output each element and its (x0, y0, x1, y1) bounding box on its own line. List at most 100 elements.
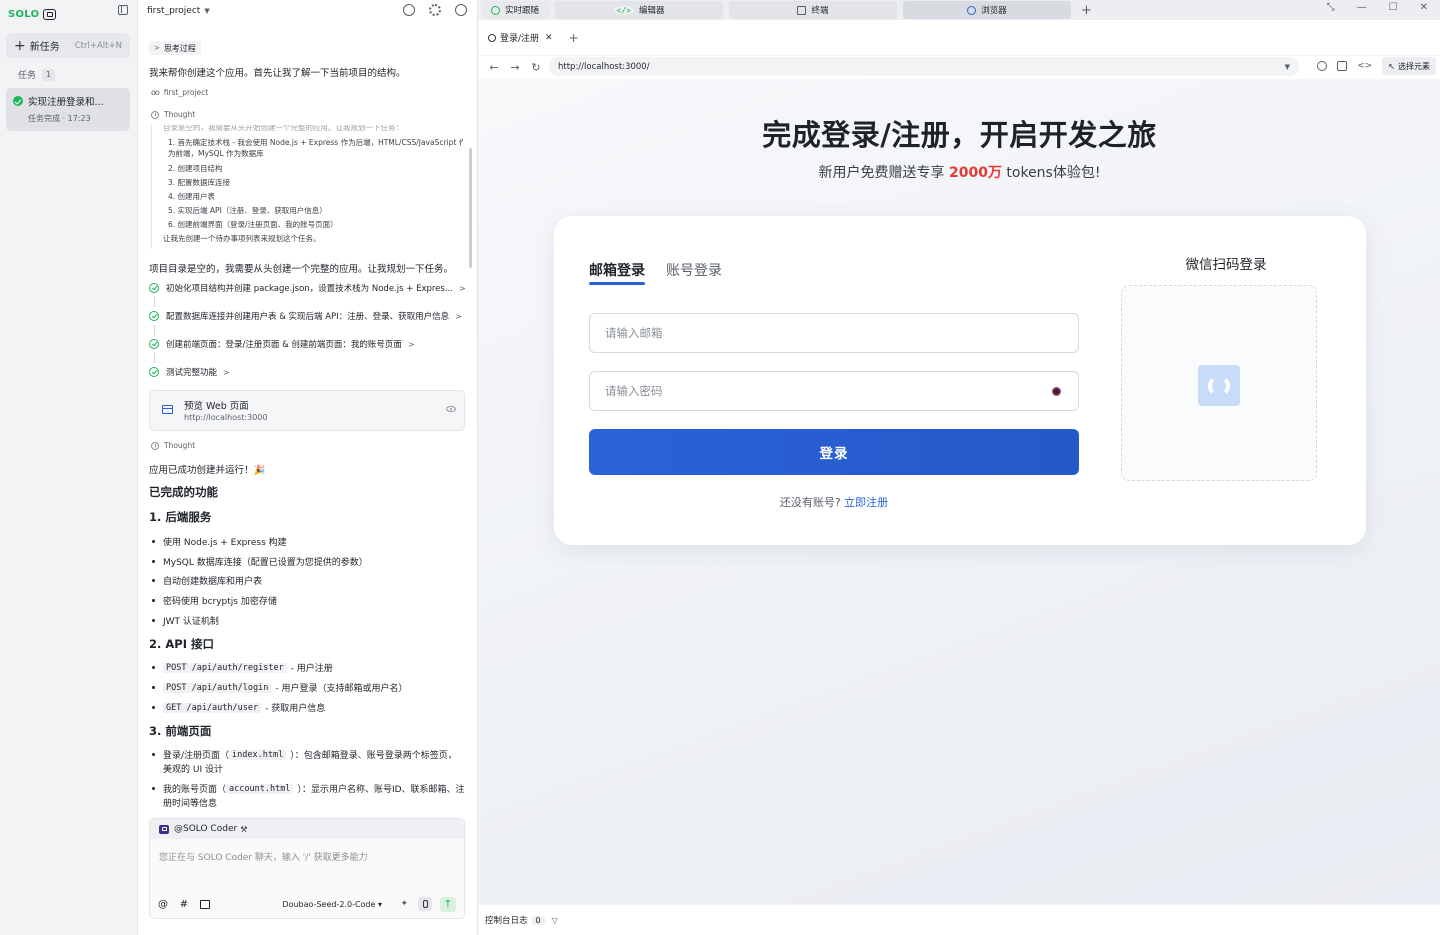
add-tab-icon[interactable]: + (1081, 3, 1092, 18)
sidebar-toggle-icon[interactable] (118, 5, 128, 15)
reload-icon[interactable]: ↻ (530, 61, 542, 74)
select-element-button[interactable]: ↖ 选择元素 (1382, 57, 1436, 75)
new-task-label: 新任务 (29, 42, 60, 53)
record-icon[interactable] (1317, 61, 1328, 71)
tab-editor[interactable]: </> 编辑器 (555, 1, 723, 19)
list-item: MySQL 数据库连接（配置已设置为您提供的参数） (152, 555, 368, 568)
send-button[interactable]: ↑ (440, 896, 456, 912)
console-log-label[interactable]: 控制台日志 (485, 914, 528, 926)
login-card: 邮箱登录 账号登录 请输入邮箱 请输入密码 登录 还没有账号? 立即注册 微信扫… (554, 216, 1366, 545)
list-item: JWT 认证机制 (152, 614, 219, 627)
email-input[interactable]: 请输入邮箱 (589, 313, 1079, 353)
collapse-icon[interactable]: ⤡ (1327, 2, 1335, 13)
console-count-badge: 0 (531, 915, 545, 925)
thought-line: 让我先创建一个待办事项列表来规划这个任务。 (163, 234, 321, 243)
chat-input[interactable]: 您正在与 SOLO Coder 聊天，输入 '/' 获取更多能力 (159, 850, 368, 863)
todo-step[interactable]: 初始化项目结构并创建 package.json，设置技术栈为 Node.js +… (149, 282, 466, 294)
thought-line: 1. 首先确定技术栈 - 我会使用 Node.js + Express 作为后端… (168, 138, 463, 147)
filter-icon[interactable]: ▽ (552, 916, 558, 925)
hash-icon[interactable]: # (179, 899, 189, 910)
url-text: http://localhost:3000/ (558, 61, 650, 72)
thought-line: 4. 创建用户表 (168, 192, 216, 201)
tab-account-login[interactable]: 账号登录 (666, 260, 722, 280)
hero-subtitle: 新用户免费赠送专享 2000万 tokens体验包! (479, 162, 1440, 182)
forward-icon[interactable]: → (509, 61, 521, 74)
minimize-icon[interactable]: — (1357, 2, 1367, 13)
gear-icon[interactable] (429, 4, 441, 16)
todo-step[interactable]: 配置数据库连接并创建用户表 & 实现后端 API：注册、登录、获取用户信息 > (149, 310, 462, 322)
folder-reference[interactable]: oo first_project (151, 88, 208, 97)
device-icon[interactable] (1337, 61, 1348, 71)
eye-icon[interactable] (446, 406, 456, 412)
logo-text: SOLO (8, 8, 40, 20)
active-tab-indicator (589, 282, 645, 285)
workspace-tabs: 实时跟随 </> 编辑器 终端 浏览器 + ⤡ — ☐ ✕ (479, 0, 1440, 20)
chevron-down-icon[interactable]: ▼ (1285, 63, 1290, 71)
todo-step[interactable]: 测试完整功能 > (149, 366, 230, 378)
tab-email-login[interactable]: 邮箱登录 (589, 260, 645, 280)
sparkle-icon[interactable]: ✦ (400, 899, 408, 909)
microphone-icon[interactable] (418, 897, 432, 911)
password-input[interactable]: 请输入密码 (589, 371, 1079, 411)
thought-header[interactable]: Thought (151, 441, 195, 450)
tab-terminal[interactable]: 终端 (729, 1, 897, 19)
task-item[interactable]: 实现注册登录和... 任务完成 · 17:23 (6, 88, 130, 131)
bullet (152, 666, 155, 669)
preview-web-card[interactable]: 预览 Web 页面 http://localhost:3000 (149, 390, 465, 431)
scrollbar[interactable] (469, 148, 472, 268)
new-task-shortcut: Ctrl+Alt+N (74, 40, 122, 51)
chat-messages[interactable]: > 思考过程 我来帮你创建这个应用。首先让我了解一下当前项目的结构。 oo fi… (138, 22, 476, 812)
glasses-icon: oo (151, 88, 160, 97)
thought-content[interactable]: 目录是空的，我需要从头开始创建一个完整的应用。让我规划一下任务： 1. 首先确定… (151, 125, 463, 249)
thinking-toggle[interactable]: > 思考过程 (149, 41, 201, 55)
todo-step[interactable]: 创建前端页面：登录/注册页面 & 创建前端页面：我的账号页面 > (149, 338, 415, 350)
composer-agent-row[interactable]: @SOLO Coder ⚒ (150, 819, 464, 839)
chat-header-tools (403, 4, 467, 16)
page-viewport: 完成登录/注册，开启开发之旅 新用户免费赠送专享 2000万 tokens体验包… (479, 79, 1440, 904)
user-settings-icon[interactable] (455, 4, 467, 16)
address-bar[interactable]: http://localhost:3000/ ▼ (549, 57, 1299, 76)
console-bar: 控制台日志 0 ▽ (479, 904, 1440, 935)
password-placeholder: 请输入密码 (605, 384, 663, 398)
thought-header[interactable]: Thought (151, 110, 195, 119)
image-icon[interactable] (200, 899, 210, 909)
maximize-icon[interactable]: ☐ (1389, 2, 1398, 13)
chevron-down-icon[interactable]: ▼ (204, 7, 209, 15)
register-link[interactable]: 立即注册 (844, 496, 888, 509)
tab-browser[interactable]: 浏览器 (903, 1, 1071, 19)
project-name[interactable]: first_project (147, 6, 200, 16)
model-name: Doubao-Seed-2.0-Code (282, 899, 376, 909)
new-task-button[interactable]: + 新任务 Ctrl+Alt+N (6, 33, 130, 58)
globe-icon (488, 33, 496, 42)
inline-code: POST /api/auth/register (163, 662, 287, 673)
mention-icon[interactable]: @ (158, 899, 168, 910)
login-button[interactable]: 登录 (589, 429, 1079, 475)
page-tab-bar: 登录/注册 ✕ + (479, 20, 1440, 56)
page-tab-login[interactable]: 登录/注册 ✕ (488, 31, 553, 44)
password-visibility-icon[interactable] (1052, 387, 1061, 396)
bullet (152, 706, 155, 709)
chat-composer: @SOLO Coder ⚒ 您正在与 SOLO Coder 聊天，输入 '/' … (149, 818, 465, 919)
preview-url: http://localhost:3000 (184, 413, 268, 422)
tasks-header: 任务 1 (18, 68, 56, 81)
close-icon[interactable]: ✕ (1420, 2, 1428, 13)
info-icon (151, 441, 159, 450)
tab-live-follow[interactable]: 实时跟随 (483, 1, 549, 19)
check-circle-icon (149, 339, 159, 349)
model-selector[interactable]: Doubao-Seed-2.0-Code ▾ (282, 900, 382, 909)
page-tab-label: 登录/注册 (500, 34, 540, 44)
code-icon[interactable]: <> (1357, 61, 1372, 71)
list-item: POST /api/auth/register - 用户注册 (152, 661, 333, 674)
thought-line: 6. 创建前端界面（登录/注册页面、我的账号页面） (168, 220, 338, 229)
back-icon[interactable]: ← (488, 61, 500, 74)
list-item-text: - 获取用户信息 (265, 704, 326, 714)
close-icon[interactable]: ✕ (545, 33, 553, 43)
history-icon[interactable] (403, 4, 415, 16)
new-page-tab-icon[interactable]: + (569, 31, 579, 45)
refresh-icon[interactable] (1198, 365, 1240, 406)
thought-label: Thought (164, 441, 196, 450)
register-prompt: 还没有账号? 立即注册 (589, 494, 1079, 510)
address-row: ← → ↻ http://localhost:3000/ ▼ <> ↖ 选择元素 (479, 56, 1440, 78)
task-status: 任务完成 · 17:23 (28, 114, 91, 123)
qr-code-area (1121, 285, 1317, 481)
